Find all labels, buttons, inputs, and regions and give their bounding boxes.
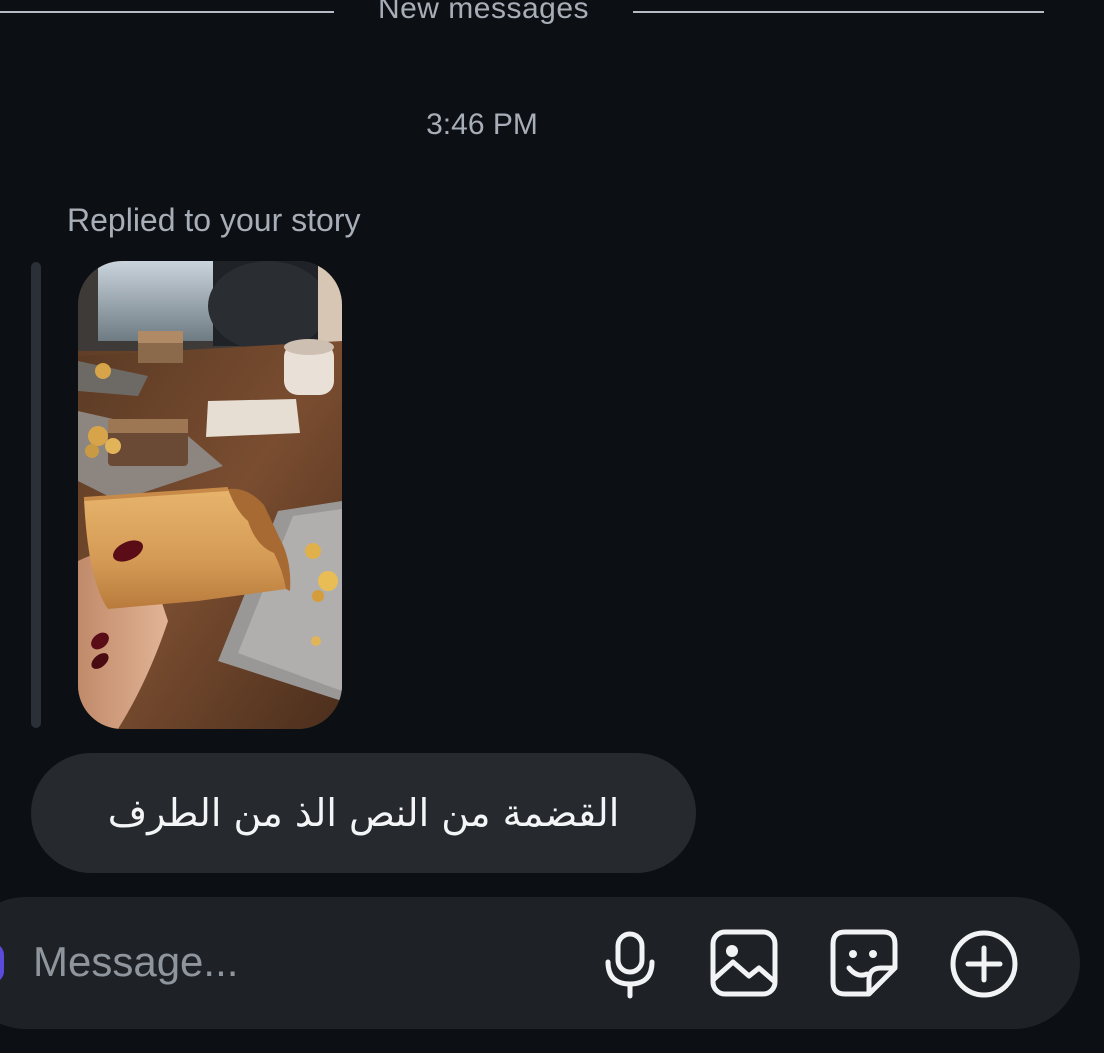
chat-screen: New messages 3:46 PM Replied to your sto… <box>0 0 1104 1053</box>
reply-indicator-bar <box>31 262 41 728</box>
divider-line-right <box>633 11 1044 13</box>
new-messages-divider: New messages <box>0 0 1104 30</box>
plus-circle-icon[interactable] <box>948 928 1018 1000</box>
story-reply-context: Replied to your story <box>67 202 361 238</box>
story-thumbnail[interactable] <box>78 261 342 729</box>
divider-line-left <box>0 11 334 13</box>
new-messages-label: New messages <box>377 0 590 25</box>
message-bubble[interactable]: القضمة من النص الذ من الطرف <box>31 753 696 873</box>
gallery-icon[interactable] <box>709 928 779 1000</box>
microphone-icon[interactable] <box>595 928 665 1000</box>
message-input[interactable]: Message... <box>33 938 238 986</box>
sticker-icon[interactable] <box>829 928 899 1000</box>
story-photo <box>78 261 342 729</box>
message-text: القضمة من النص الذ من الطرف <box>107 791 620 835</box>
message-timestamp: 3:46 PM <box>426 108 538 141</box>
